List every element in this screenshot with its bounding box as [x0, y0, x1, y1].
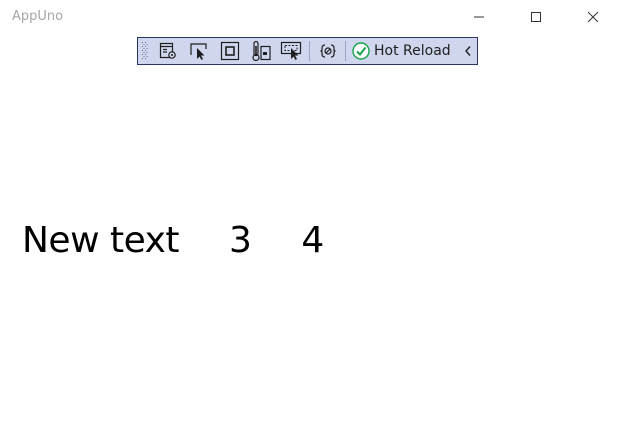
text-block-new-text: New text	[22, 219, 180, 261]
display-layout-adorners-button[interactable]	[214, 38, 245, 64]
chevron-left-icon	[465, 46, 471, 56]
binding-failures-icon	[319, 44, 336, 58]
preview-selection-icon	[280, 41, 301, 60]
content-text-row: New text 3 4	[22, 216, 324, 264]
grip-icon	[142, 42, 148, 59]
select-element-button[interactable]	[183, 38, 214, 64]
hot-reload-button[interactable]: Hot Reload	[348, 38, 455, 64]
collapse-toolbar-button[interactable]	[459, 38, 477, 64]
binding-failures-button[interactable]	[312, 38, 343, 64]
display-layout-adorners-icon	[220, 41, 239, 61]
minimize-icon	[474, 16, 484, 18]
close-button[interactable]	[570, 0, 616, 34]
text-block-3: 3	[229, 219, 252, 261]
toolbar-separator	[345, 41, 346, 61]
track-focused-element-button[interactable]	[245, 38, 276, 64]
live-visual-tree-button[interactable]	[152, 38, 183, 64]
preview-selection-button[interactable]	[276, 38, 307, 64]
window-title: AppUno	[12, 9, 64, 24]
text-block-4: 4	[301, 219, 324, 261]
track-focused-element-icon	[251, 40, 271, 62]
close-icon	[587, 11, 599, 23]
xaml-debug-toolbar: Hot Reload	[137, 37, 478, 65]
select-element-icon	[189, 43, 207, 60]
hot-reload-label: Hot Reload	[374, 43, 451, 59]
maximize-button[interactable]	[513, 0, 559, 34]
toolbar-separator	[309, 41, 310, 61]
minimize-button[interactable]	[456, 0, 502, 34]
app-window: AppUno Hot Reload New text 3 4	[0, 0, 620, 435]
maximize-icon	[531, 12, 541, 22]
live-visual-tree-icon	[159, 42, 176, 59]
check-circle-icon	[352, 42, 370, 60]
toolbar-grip-handle[interactable]	[138, 38, 152, 64]
